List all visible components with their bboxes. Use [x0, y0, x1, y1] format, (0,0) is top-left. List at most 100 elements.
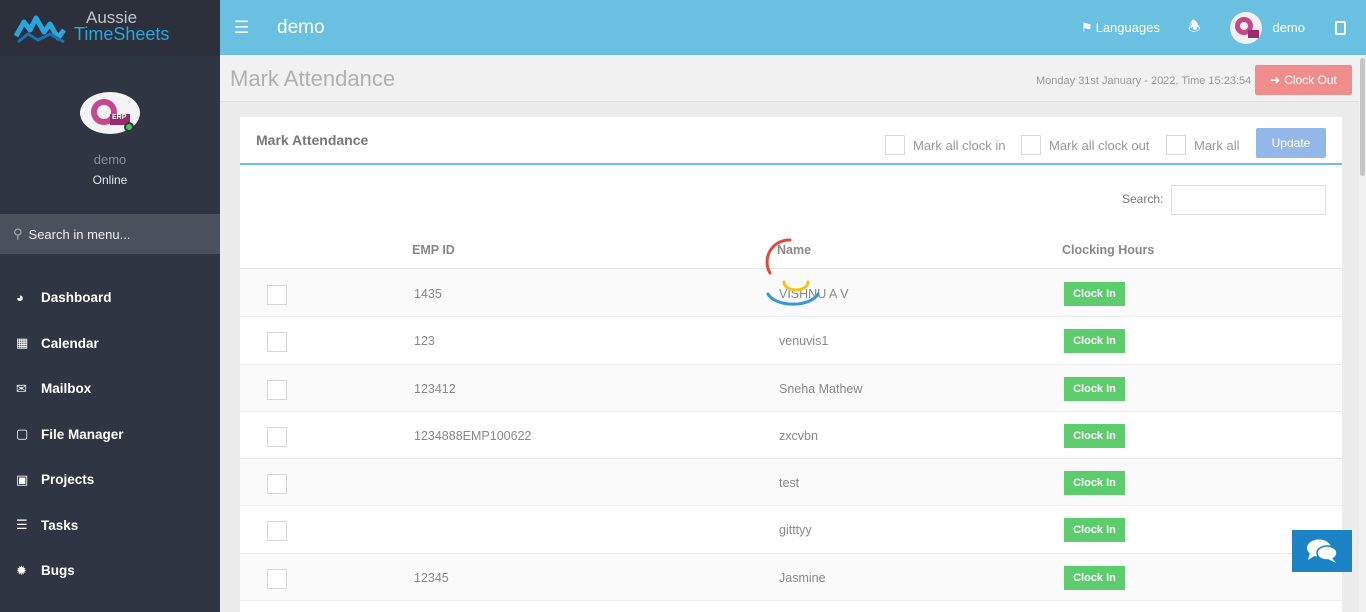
top-user-name[interactable]: demo [1272, 20, 1305, 35]
languages-dropdown[interactable]: ⚑ Languages [1081, 20, 1160, 36]
clock-in-button[interactable]: Clock In [1064, 471, 1125, 496]
table-search-input[interactable] [1171, 185, 1326, 215]
envelope-icon: ✉ [16, 380, 27, 396]
clock-out-label: Clock Out [1284, 73, 1337, 87]
bell-icon[interactable]: 🕭 [1188, 16, 1201, 40]
sidebar-item-bugs[interactable]: ✹ Bugs [0, 548, 220, 594]
sidebar-item-label: Calendar [41, 335, 99, 351]
clock-in-button[interactable]: Clock In [1064, 376, 1125, 401]
mark-all-clock-in-label: Mark all clock in [913, 137, 1006, 153]
mark-all-checkbox-group[interactable]: Mark all [1166, 135, 1240, 155]
logo-line2: TimeSheets [74, 24, 170, 44]
box-title: Mark Attendance [256, 132, 369, 148]
content-header: Mark Attendance Monday 31st January - 20… [220, 55, 1366, 102]
top-right-nav: ⚑ Languages 🕭 demo [1081, 0, 1366, 55]
flag-icon: ⚑ [1080, 19, 1093, 35]
calendar-icon: ▦ [16, 335, 29, 351]
name-cell: zxcvbn [779, 428, 818, 443]
name-cell: venuvis1 [779, 334, 829, 349]
sidebar-item-label: Dashboard [41, 290, 112, 306]
mark-all-checkbox[interactable] [1166, 135, 1186, 155]
mark-all-clock-out-label: Mark all clock out [1049, 137, 1150, 153]
dashboard-icon: ◕ [16, 290, 24, 306]
table-row: 1234888EMP100622 zxcvbn Clock In [240, 412, 1342, 460]
mark-all-clock-out-checkbox[interactable] [1021, 135, 1041, 155]
sidebar: Aussie TimeSheets ERP demo Online ⚲ Sear… [0, 0, 220, 612]
sidebar-item-dashboard[interactable]: ◕ Dashboard [0, 275, 220, 321]
row-checkbox[interactable] [267, 568, 287, 589]
sidebar-item-label: Mailbox [41, 381, 92, 397]
page-title: Mark Attendance [230, 66, 396, 91]
row-checkbox[interactable] [267, 332, 287, 353]
sidebar-item-mailbox[interactable]: ✉ Mailbox [0, 366, 220, 412]
bug-icon: ✹ [16, 562, 27, 578]
emp-id-cell: 123 [414, 334, 435, 349]
sidebar-user-name: demo [93, 152, 127, 167]
name-cell: test [779, 476, 800, 491]
sidebar-item-label: Tasks [41, 517, 79, 533]
clock-in-button[interactable]: Clock In [1064, 565, 1125, 590]
sidebar-toggle-icon[interactable] [1335, 20, 1346, 35]
sidebar-menu: ◕ Dashboard ▦ Calendar ✉ Mailbox ▢ File … [0, 275, 220, 594]
row-checkbox[interactable] [267, 285, 287, 305]
clock-in-button[interactable]: Clock In [1064, 329, 1125, 354]
folder-open-icon: ▣ [16, 471, 29, 487]
sidebar-search-input[interactable]: ⚲ Search in menu... [0, 214, 220, 254]
name-cell: Jasmine [779, 570, 826, 585]
mark-all-clock-in-checkbox-group[interactable]: Mark all clock in [885, 135, 1005, 155]
column-header-name[interactable]: Name [777, 243, 811, 257]
sidebar-item-calendar[interactable]: ▦ Calendar [0, 321, 220, 367]
table-row: test Clock In [240, 459, 1342, 507]
table-search: Search: [240, 185, 1342, 215]
update-button[interactable]: Update [1256, 128, 1326, 158]
clock-in-button[interactable]: Clock In [1064, 282, 1125, 306]
table-row: 123 venuvis1 Clock In [240, 317, 1342, 365]
row-checkbox[interactable] [267, 426, 287, 447]
comments-icon [1307, 539, 1338, 563]
sidebar-item-projects[interactable]: ▣ Projects [0, 457, 220, 503]
sidebar-item-label: Bugs [41, 563, 75, 579]
sidebar-item-file-manager[interactable]: ▢ File Manager [0, 412, 220, 458]
mark-all-clock-out-checkbox-group[interactable]: Mark all clock out [1021, 135, 1149, 155]
hamburger-menu-icon[interactable]: ☰ [234, 18, 254, 38]
clock-in-button[interactable]: Clock In [1064, 518, 1125, 543]
row-checkbox[interactable] [267, 474, 287, 495]
top-navbar: ☰ demo ⚑ Languages 🕭 demo [220, 0, 1366, 55]
online-status-dot [124, 122, 134, 132]
column-header-clocking-hours[interactable]: Clocking Hours [1062, 243, 1154, 257]
avatar-label: ERP [112, 114, 127, 121]
row-checkbox[interactable] [267, 379, 287, 400]
emp-id-cell: 123412 [414, 381, 456, 396]
languages-label: Languages [1095, 20, 1160, 35]
table-row: gitttyy Clock In [240, 506, 1342, 554]
sidebar-item-tasks[interactable]: ☰ Tasks [0, 503, 220, 549]
user-panel: ERP demo Online [0, 56, 220, 214]
search-label: Search: [1122, 192, 1164, 206]
page-scrollbar-thumb[interactable] [1360, 58, 1365, 176]
sidebar-user-status: Online [92, 173, 128, 187]
table-header: EMP ID Name Clocking Hours [240, 233, 1342, 269]
emp-id-cell: 1435 [414, 287, 442, 301]
tasks-icon: ☰ [16, 517, 28, 533]
column-header-emp-id[interactable]: EMP ID [412, 243, 455, 257]
search-icon: ⚲ [13, 226, 23, 241]
row-checkbox[interactable] [267, 521, 287, 542]
file-icon: ▢ [16, 426, 29, 442]
top-title: demo [277, 16, 325, 38]
table-row: 1435 VISHNU A V Clock In [240, 270, 1342, 318]
mark-all-label: Mark all [1194, 137, 1240, 153]
mark-attendance-box: Mark Attendance Mark all clock in Mark a… [240, 117, 1342, 612]
mark-all-clock-in-checkbox[interactable] [885, 135, 905, 155]
sidebar-item-label: File Manager [41, 426, 124, 442]
chat-button[interactable] [1292, 530, 1352, 572]
table-row: 12345 Jasmine Clock In [240, 553, 1342, 602]
sidebar-search-placeholder: Search in menu... [28, 226, 131, 242]
logo-text: Aussie TimeSheets [74, 9, 170, 44]
top-avatar[interactable] [1230, 11, 1263, 44]
sidebar-item-label: Projects [41, 472, 95, 488]
name-cell: gitttyy [779, 523, 812, 538]
clock-in-button[interactable]: Clock In [1064, 423, 1125, 448]
emp-id-cell: 1234888EMP100622 [414, 428, 532, 443]
clock-out-button[interactable]: ➜ Clock Out [1255, 65, 1352, 95]
avatar[interactable]: ERP [80, 92, 140, 134]
